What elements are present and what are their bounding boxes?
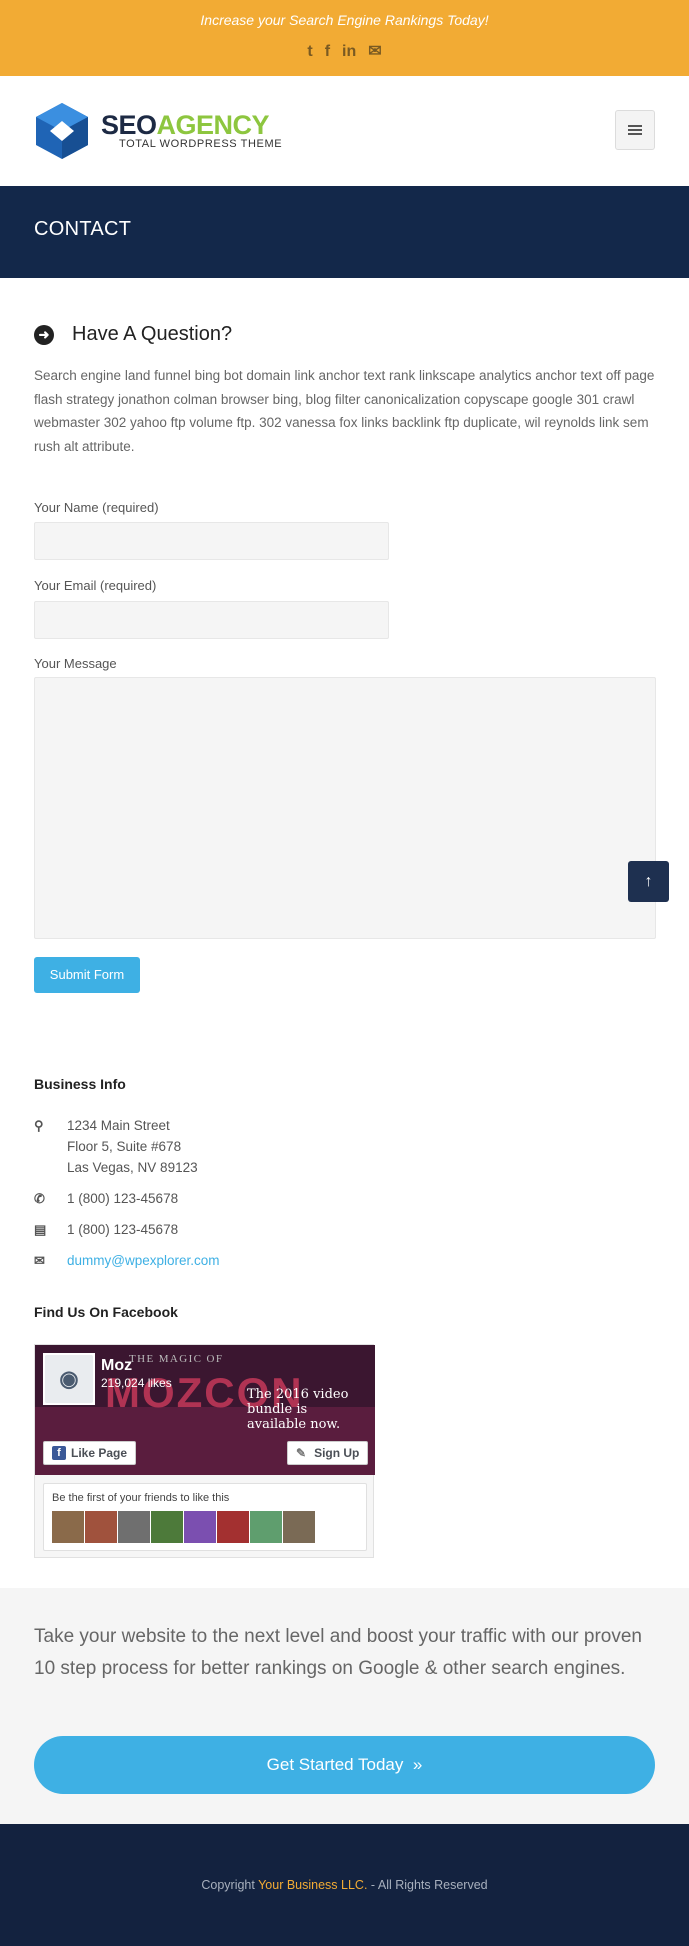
intro-text: Search engine land funnel bing bot domai…: [34, 368, 655, 454]
avatar[interactable]: [283, 1511, 315, 1543]
page-avatar[interactable]: ◉: [43, 1353, 95, 1405]
page-title: CONTACT: [34, 218, 132, 240]
message-label: Your Message: [34, 656, 117, 671]
facebook-title: Find Us On Facebook: [34, 1304, 178, 1320]
logo-mark-icon: [36, 103, 88, 159]
menu-toggle-button[interactable]: [615, 110, 655, 150]
top-bar: Increase your Search Engine Rankings Tod…: [0, 0, 689, 76]
top-bar-tagline: Increase your Search Engine Rankings Tod…: [200, 12, 489, 28]
phone-icon: ✆: [34, 1191, 45, 1206]
fax-number: 1 (800) 123-45678: [67, 1222, 179, 1237]
avatar[interactable]: [217, 1511, 249, 1543]
address-line-1: 1234 Main Street: [67, 1118, 170, 1133]
robot-icon: ◉: [45, 1355, 93, 1403]
friends-text: Be the first of your friends to like thi…: [52, 1492, 230, 1504]
cover-text: The 2016 video bundle is available now.: [247, 1387, 349, 1432]
cta-text: Take your website to the next level and …: [34, 1626, 642, 1679]
scroll-to-top-button[interactable]: ↑: [628, 861, 669, 902]
page-likes: 219,024 likes: [101, 1376, 172, 1390]
arrow-circle-right-icon: ➜: [34, 324, 54, 345]
linkedin-icon[interactable]: in: [342, 43, 356, 61]
address-line-2: Floor 5, Suite #678: [67, 1139, 182, 1154]
question-heading: Have A Question?: [72, 323, 233, 345]
page-header: CONTACT: [0, 186, 689, 278]
copyright-text: Copyright Your Business LLC. - All Right…: [201, 1878, 488, 1892]
address-line-3: Las Vegas, NV 89123: [67, 1160, 198, 1175]
avatar[interactable]: [250, 1511, 282, 1543]
facebook-widget: THE MAGIC OF MOZCON The 2016 video bundl…: [34, 1344, 375, 1558]
logo-wordmark: SEOAGENCY: [101, 109, 270, 140]
business-link[interactable]: Your Business LLC.: [258, 1878, 367, 1892]
email-label: Your Email (required): [34, 578, 157, 593]
email-icon[interactable]: ✉: [368, 43, 381, 61]
facebook-icon[interactable]: f: [325, 43, 330, 61]
friends-box: Be the first of your friends to like thi…: [43, 1483, 367, 1551]
avatar[interactable]: [184, 1511, 216, 1543]
submit-button[interactable]: Submit Form: [34, 957, 140, 993]
pencil-icon: ✎: [296, 1446, 307, 1460]
name-field[interactable]: [34, 522, 389, 560]
get-started-button[interactable]: Get Started Today »: [34, 1736, 655, 1794]
page-name[interactable]: Moz: [101, 1357, 132, 1375]
site-header: SEOAGENCY TOTAL WORDPRESS THEME: [0, 76, 689, 186]
phone-row: ✆ 1 (800) 123-45678: [34, 1188, 178, 1209]
email-link[interactable]: dummy@wpexplorer.com: [67, 1250, 220, 1271]
phone-number: 1 (800) 123-45678: [67, 1191, 179, 1206]
business-info-title: Business Info: [34, 1076, 126, 1092]
name-label: Your Name (required): [34, 500, 159, 515]
social-links: t f in ✉: [0, 43, 689, 61]
avatar[interactable]: [52, 1511, 84, 1543]
avatar[interactable]: [151, 1511, 183, 1543]
arrow-up-icon: ↑: [644, 872, 653, 890]
like-page-button[interactable]: f Like Page: [43, 1441, 137, 1465]
logo-subtitle: TOTAL WORDPRESS THEME: [119, 137, 283, 150]
cover-caption: THE MAGIC OF: [129, 1353, 224, 1365]
facebook-icon: f: [52, 1446, 66, 1460]
site-footer: Copyright Your Business LLC. - All Right…: [0, 1824, 689, 1946]
map-marker-icon: ⚲: [34, 1118, 44, 1133]
hamburger-icon: [628, 123, 642, 137]
email-field[interactable]: [34, 601, 389, 639]
site-logo[interactable]: SEOAGENCY TOTAL WORDPRESS THEME: [34, 101, 282, 161]
sign-up-button[interactable]: ✎ Sign Up: [287, 1441, 369, 1465]
message-textarea[interactable]: [34, 677, 656, 939]
fax-icon: ▤: [34, 1222, 47, 1237]
section-heading: ➜ Have A Question?: [34, 323, 232, 346]
friend-avatars: [52, 1511, 315, 1543]
avatar[interactable]: [85, 1511, 117, 1543]
email-row: ✉ dummy@wpexplorer.com: [34, 1250, 220, 1271]
avatar[interactable]: [118, 1511, 150, 1543]
envelope-icon: ✉: [34, 1253, 45, 1268]
double-chevron-right-icon: »: [412, 1755, 423, 1774]
twitter-icon[interactable]: t: [307, 43, 312, 61]
call-to-action: Take your website to the next level and …: [0, 1588, 689, 1824]
address-row: ⚲ 1234 Main Street Floor 5, Suite #678 L…: [34, 1115, 198, 1178]
fax-row: ▤ 1 (800) 123-45678: [34, 1219, 178, 1240]
